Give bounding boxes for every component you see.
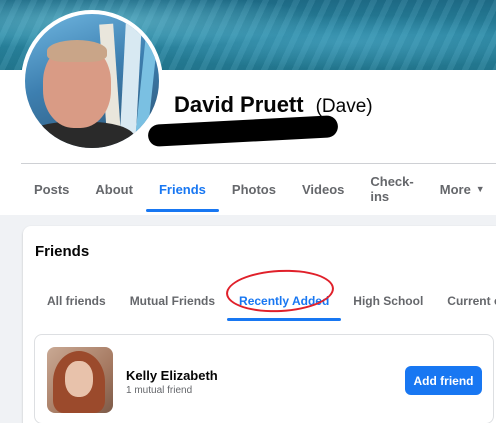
tab-label: Posts (34, 181, 70, 197)
tab-label: More (439, 181, 471, 197)
tab-more[interactable]: More ▼ (427, 166, 496, 212)
friends-card: Friends All friends Mutual Friends Recen… (23, 226, 496, 423)
subtab-label: High School (353, 294, 424, 308)
friend-avatar-face (65, 361, 93, 397)
tab-label: Photos (231, 181, 276, 197)
subtab-label: All friends (47, 294, 106, 308)
subtab-label: Recently Added (239, 294, 330, 308)
tab-photos[interactable]: Photos (219, 166, 289, 212)
subtab-recently-added[interactable]: Recently Added (227, 281, 342, 321)
tab-label: Check-ins (370, 174, 414, 204)
subtab-label: Current cit (447, 294, 496, 308)
friends-section-title: Friends (35, 243, 90, 260)
profile-name-row: David Pruett (Dave) (174, 92, 373, 118)
friend-avatar[interactable] (47, 347, 113, 413)
tab-about[interactable]: About (82, 166, 146, 212)
tab-check-ins[interactable]: Check-ins (357, 166, 426, 212)
friend-name[interactable]: Kelly Elizabeth (126, 368, 218, 383)
tab-label: About (95, 181, 133, 197)
header-divider (21, 163, 496, 164)
friends-subtabs: All friends Mutual Friends Recently Adde… (35, 281, 496, 321)
tab-label: Videos (301, 181, 345, 197)
subtab-label: Mutual Friends (129, 294, 216, 308)
tab-videos[interactable]: Videos (289, 166, 357, 212)
avatar[interactable] (21, 10, 163, 152)
subtab-all-friends[interactable]: All friends (35, 281, 118, 321)
caret-down-icon: ▼ (475, 184, 485, 194)
subtab-current-city[interactable]: Current cit (435, 281, 496, 321)
add-friend-button[interactable]: Add friend (405, 366, 482, 395)
subtab-mutual-friends[interactable]: Mutual Friends (118, 281, 227, 321)
profile-tabs: Posts About Friends Photos Videos Check-… (21, 166, 496, 212)
subtab-high-school[interactable]: High School (341, 281, 435, 321)
friend-list-item: Kelly Elizabeth 1 mutual friend Add frie… (34, 334, 494, 423)
mutual-friends-count[interactable]: 1 mutual friend (126, 385, 192, 396)
profile-name: David Pruett (174, 92, 304, 117)
tab-friends[interactable]: Friends (145, 166, 219, 212)
avatar-hair (47, 40, 107, 62)
tab-label: Friends (158, 181, 206, 197)
tab-posts[interactable]: Posts (21, 166, 82, 212)
